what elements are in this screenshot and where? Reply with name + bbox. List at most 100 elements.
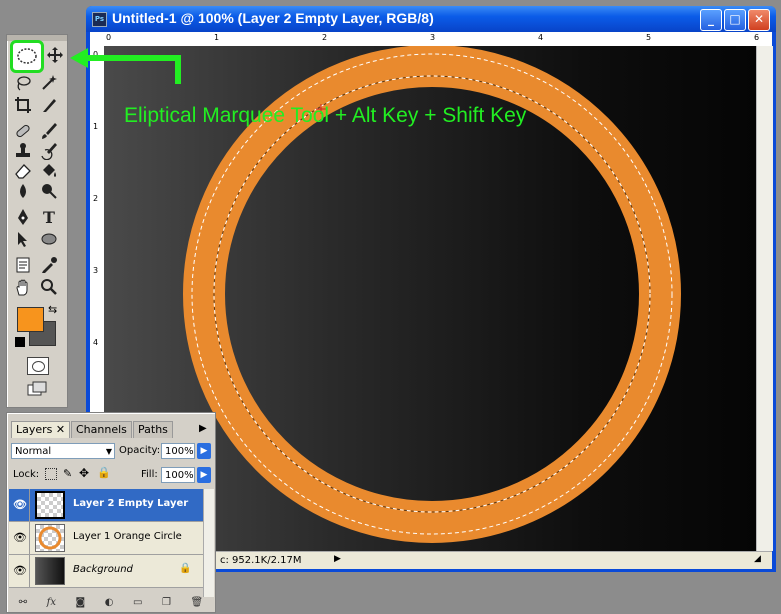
- new-group-folder-icon[interactable]: ▭: [133, 597, 142, 611]
- move-tool-button[interactable]: [44, 45, 66, 65]
- quick-mask-icon: [31, 361, 45, 372]
- link-layers-icon[interactable]: ⚯: [19, 597, 27, 611]
- layer-thumbnail: [35, 491, 65, 519]
- magnifier-icon: [41, 279, 57, 295]
- document-size-status: c: 952.1K/2.17M: [220, 555, 302, 566]
- document-titlebar[interactable]: Ps Untitled-1 @ 100% (Layer 2 Empty Laye…: [86, 6, 776, 32]
- lock-pixels-brush-icon[interactable]: ✎: [63, 467, 72, 480]
- fill-slider-button[interactable]: ▶: [197, 467, 211, 483]
- history-brush-tool-button[interactable]: [38, 141, 60, 161]
- ruler-tick: 2: [322, 33, 328, 42]
- tab-paths[interactable]: Paths: [133, 421, 173, 438]
- ruler-tick: 6: [754, 33, 760, 42]
- lock-all-icon[interactable]: 🔒: [97, 466, 111, 479]
- lock-position-icon[interactable]: ✥: [79, 466, 89, 480]
- elliptical-marquee-icon: [17, 48, 37, 64]
- ellipse-shape-tool-button[interactable]: [38, 229, 60, 249]
- paint-bucket-icon: [43, 164, 56, 177]
- hand-icon: [16, 279, 28, 296]
- add-mask-icon[interactable]: ◙: [76, 597, 86, 611]
- photoshop-doc-icon: Ps: [92, 12, 107, 27]
- link-column: [29, 522, 30, 554]
- ruler-tick: 0: [106, 33, 112, 42]
- screen-mode-icon: [27, 381, 47, 396]
- slice-icon: [43, 99, 56, 112]
- ruler-tick: 4: [538, 33, 544, 42]
- blend-mode-select[interactable]: Normal ▼: [11, 443, 115, 459]
- opacity-slider-button[interactable]: ▶: [197, 443, 211, 459]
- tab-layers[interactable]: Layers ✕: [11, 421, 71, 438]
- maximize-icon: □: [729, 12, 741, 26]
- layer-row-layer-1[interactable]: 👁 Layer 1 Orange Circle: [9, 522, 203, 555]
- status-menu-arrow-icon[interactable]: ▶: [334, 554, 341, 564]
- fill-field[interactable]: 100%: [161, 467, 195, 483]
- layer-row-layer-2[interactable]: 👁 Layer 2 Empty Layer: [9, 489, 203, 522]
- layer-thumbnail: [35, 557, 65, 585]
- tab-label: Channels: [76, 423, 127, 436]
- tools-palette: T ⇆: [6, 34, 68, 408]
- clone-stamp-tool-button[interactable]: [12, 141, 34, 161]
- annotation-arrow: [70, 48, 181, 84]
- foreground-color-swatch[interactable]: [17, 307, 44, 332]
- eraser-tool-button[interactable]: [12, 161, 34, 181]
- document-title: Untitled-1 @ 100% (Layer 2 Empty Layer, …: [112, 10, 434, 26]
- layer-row-background[interactable]: 👁 Background 🔒: [9, 555, 203, 588]
- orange-ring: [183, 46, 681, 543]
- layers-footer-toolbar: ⚯ fx ◙ ◐ ▭ ❐ 🗑: [9, 597, 213, 611]
- adjustment-layer-icon[interactable]: ◐: [105, 597, 114, 611]
- layer-style-fx-icon[interactable]: fx: [47, 597, 56, 611]
- path-selection-tool-button[interactable]: [12, 229, 34, 249]
- vertical-scrollbar[interactable]: [756, 46, 773, 551]
- swap-colors-icon[interactable]: ⇆: [48, 303, 57, 316]
- resize-grip-icon[interactable]: ◢: [754, 554, 761, 564]
- zoom-tool-button[interactable]: [38, 277, 60, 297]
- blur-tool-button[interactable]: [12, 181, 34, 201]
- quick-mask-button[interactable]: [27, 357, 49, 375]
- tab-close-icon[interactable]: ✕: [56, 423, 65, 436]
- orange-circle-thumb-icon: [38, 526, 62, 550]
- layers-panel: Layers ✕ Channels Paths ▶ Normal ▼ Opaci…: [6, 412, 216, 613]
- stamp-icon: [16, 143, 30, 157]
- magic-wand-tool-button[interactable]: [38, 73, 60, 93]
- pen-tool-button[interactable]: [12, 207, 34, 227]
- ruler-tick: 1: [214, 33, 220, 42]
- notes-tool-button[interactable]: [12, 255, 34, 275]
- eyedropper-tool-button[interactable]: [38, 255, 60, 275]
- minimize-button[interactable]: _: [700, 9, 722, 31]
- layers-scrollbar[interactable]: [203, 489, 214, 597]
- healing-brush-tool-button[interactable]: [12, 121, 34, 141]
- lasso-tool-button[interactable]: [12, 73, 34, 93]
- slice-tool-button[interactable]: [38, 95, 60, 115]
- arrow-right-icon: ▶: [200, 446, 208, 456]
- tab-channels[interactable]: Channels: [71, 421, 132, 438]
- opacity-label: Opacity:: [119, 445, 161, 456]
- new-layer-icon[interactable]: ❐: [162, 597, 171, 611]
- visibility-eye-icon[interactable]: 👁: [12, 498, 28, 512]
- horizontal-ruler[interactable]: 0 1 2 3 4 5 6: [90, 32, 772, 47]
- paint-bucket-tool-button[interactable]: [38, 161, 60, 181]
- ruler-tick: 3: [93, 266, 99, 275]
- tab-label: Paths: [138, 423, 168, 436]
- brush-tool-button[interactable]: [38, 121, 60, 141]
- default-colors-icon[interactable]: [15, 337, 25, 347]
- elliptical-marquee-tool-button[interactable]: [10, 40, 44, 73]
- delete-layer-trash-icon[interactable]: 🗑: [190, 597, 203, 611]
- bandage-icon: [16, 124, 30, 138]
- hand-tool-button[interactable]: [12, 277, 34, 297]
- link-column: [29, 555, 30, 587]
- lock-transparency-icon[interactable]: [45, 468, 57, 480]
- type-tool-button[interactable]: T: [38, 207, 60, 227]
- opacity-field[interactable]: 100%: [161, 443, 195, 459]
- panel-menu-arrow-icon[interactable]: ▶: [199, 423, 207, 434]
- dodge-tool-button[interactable]: [38, 181, 60, 201]
- maximize-button[interactable]: □: [724, 9, 746, 31]
- close-button[interactable]: ✕: [748, 9, 770, 31]
- screen-mode-button[interactable]: [27, 381, 47, 397]
- notes-icon: [16, 257, 30, 273]
- visibility-eye-icon[interactable]: 👁: [12, 564, 28, 578]
- crop-tool-button[interactable]: [12, 95, 34, 115]
- magic-wand-icon: [42, 75, 57, 90]
- link-column: [29, 489, 30, 521]
- visibility-eye-icon[interactable]: 👁: [12, 531, 28, 545]
- layer-name: Layer 2 Empty Layer: [73, 498, 189, 509]
